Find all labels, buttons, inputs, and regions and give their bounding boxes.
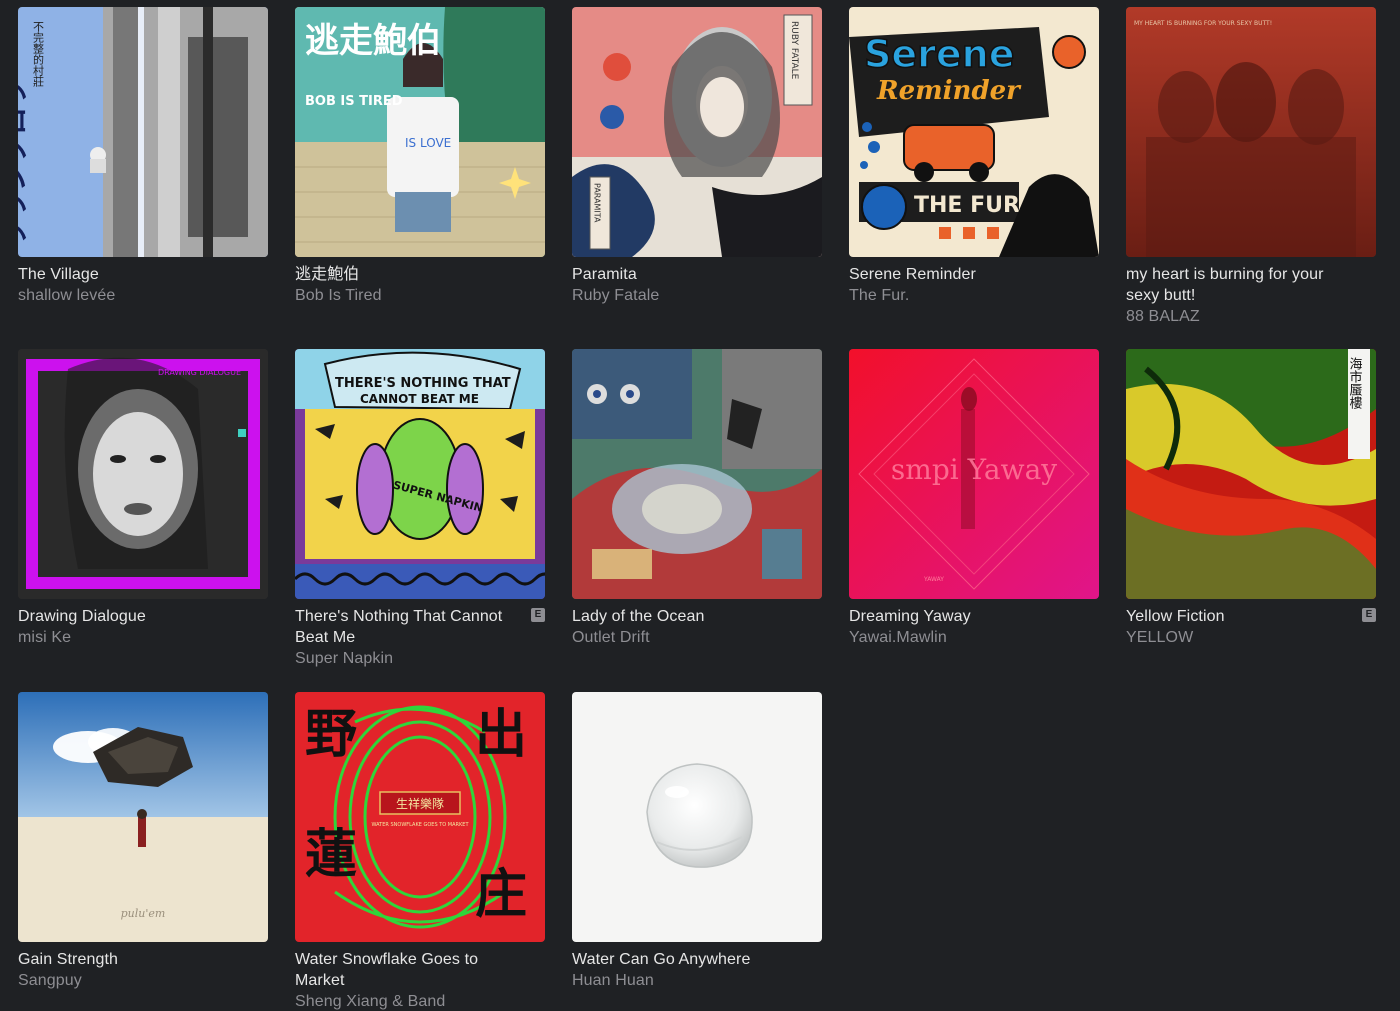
- album-artist[interactable]: Ruby Fatale: [572, 285, 802, 306]
- album-artist[interactable]: YELLOW: [1126, 627, 1356, 648]
- album-title[interactable]: Water Snowflake Goes to Market: [295, 949, 525, 991]
- svg-text:蓮: 蓮: [305, 825, 357, 885]
- svg-text:Serene: Serene: [864, 32, 1014, 76]
- svg-text:THERE'S NOTHING THAT: THERE'S NOTHING THAT: [335, 376, 511, 391]
- album-cover[interactable]: 海市蜃樓: [1126, 349, 1376, 599]
- album-cover[interactable]: DRAWING DIALOGUE: [18, 349, 268, 599]
- album-title[interactable]: The Village: [18, 264, 248, 285]
- album-cover[interactable]: pulu'em: [18, 692, 268, 942]
- album-artist[interactable]: The Fur.: [849, 285, 1079, 306]
- album-card[interactable]: 海市蜃樓 Yellow Fiction YELLOW E: [1126, 349, 1376, 648]
- svg-text:IS LOVE: IS LOVE: [405, 136, 451, 150]
- album-artist[interactable]: 88 BALAZ: [1126, 306, 1356, 327]
- album-card[interactable]: smpi Yaway YAWAY Dreaming Yaway Yawai.Ma…: [849, 349, 1099, 648]
- album-title[interactable]: Drawing Dialogue: [18, 606, 248, 627]
- album-card[interactable]: THERE'S NOTHING THAT CANNOT BEAT ME SUPE…: [295, 349, 545, 669]
- explicit-badge: E: [1362, 608, 1376, 622]
- svg-text:BOB IS TIRED: BOB IS TIRED: [305, 94, 403, 109]
- album-title[interactable]: Paramita: [572, 264, 802, 285]
- svg-text:smpi Yaway: smpi Yaway: [891, 453, 1057, 486]
- album-grid: ヲランクロラ 不完整的村莊 The Village shallow levée: [0, 0, 1400, 1011]
- album-card[interactable]: Water Can Go Anywhere Huan Huan: [572, 692, 822, 991]
- album-cover[interactable]: THERE'S NOTHING THAT CANNOT BEAT ME SUPE…: [295, 349, 545, 599]
- svg-text:THE FUR.: THE FUR.: [914, 193, 1029, 218]
- explicit-badge: E: [531, 608, 545, 622]
- album-cover[interactable]: Serene Reminder THE FUR.: [849, 7, 1099, 257]
- svg-text:YAWAY: YAWAY: [923, 576, 944, 583]
- svg-text:不完整的村莊: 不完整的村莊: [32, 21, 45, 88]
- album-artist[interactable]: Super Napkin: [295, 648, 525, 669]
- svg-text:ヲランクロラ: ヲランクロラ: [18, 79, 31, 247]
- album-card[interactable]: pulu'em Gain Strength Sangpuy: [18, 692, 268, 991]
- album-cover[interactable]: smpi Yaway YAWAY: [849, 349, 1099, 599]
- svg-text:PARAMITA: PARAMITA: [593, 183, 602, 223]
- album-cover[interactable]: IS LOVE 逃走鮑伯 BOB IS TIRED: [295, 7, 545, 257]
- svg-text:海市蜃樓: 海市蜃樓: [1347, 357, 1363, 409]
- svg-text:生祥樂隊: 生祥樂隊: [396, 796, 444, 811]
- album-title[interactable]: 逃走鮑伯: [295, 264, 525, 285]
- album-artist[interactable]: Sheng Xiang & Band: [295, 991, 525, 1011]
- album-artist[interactable]: Huan Huan: [572, 970, 802, 991]
- album-artist[interactable]: Yawai.Mawlin: [849, 627, 1079, 648]
- album-cover[interactable]: [572, 692, 822, 942]
- svg-text:Reminder: Reminder: [876, 76, 1022, 106]
- album-card[interactable]: DRAWING DIALOGUE Drawing Dialogue misi K…: [18, 349, 268, 648]
- album-card[interactable]: MY HEART IS BURNING FOR YOUR SEXY BUTT! …: [1126, 7, 1376, 327]
- svg-text:MY HEART IS BURNING FOR YOUR S: MY HEART IS BURNING FOR YOUR SEXY BUTT!: [1134, 20, 1272, 27]
- svg-text:逃走鮑伯: 逃走鮑伯: [305, 21, 441, 61]
- album-title[interactable]: There's Nothing That Cannot Beat Me: [295, 606, 525, 648]
- album-cover[interactable]: RUBY FATALE PARAMITA: [572, 7, 822, 257]
- album-artist[interactable]: Sangpuy: [18, 970, 248, 991]
- album-artist[interactable]: shallow levée: [18, 285, 248, 306]
- album-artist[interactable]: Outlet Drift: [572, 627, 802, 648]
- album-title[interactable]: Gain Strength: [18, 949, 248, 970]
- album-title[interactable]: Serene Reminder: [849, 264, 1079, 285]
- album-card[interactable]: ヲランクロラ 不完整的村莊 The Village shallow levée: [18, 7, 268, 306]
- album-title[interactable]: my heart is burning for your sexy butt!: [1126, 264, 1356, 306]
- svg-text:DRAWING DIALOGUE: DRAWING DIALOGUE: [158, 368, 241, 377]
- svg-text:庄: 庄: [475, 865, 527, 925]
- svg-text:WATER SNOWFLAKE GOES TO MARKET: WATER SNOWFLAKE GOES TO MARKET: [371, 822, 469, 828]
- svg-text:RUBY FATALE: RUBY FATALE: [789, 21, 799, 80]
- album-cover[interactable]: ヲランクロラ 不完整的村莊: [18, 7, 268, 257]
- album-card[interactable]: RUBY FATALE PARAMITA Paramita Ruby Fatal…: [572, 7, 822, 306]
- album-title[interactable]: Dreaming Yaway: [849, 606, 1079, 627]
- album-cover[interactable]: 野 出 蓮 庄 生祥樂隊 WATER SNOWFLAKE GOES TO MAR…: [295, 692, 545, 942]
- svg-text:pulu'em: pulu'em: [121, 907, 166, 920]
- album-title[interactable]: Water Can Go Anywhere: [572, 949, 802, 970]
- svg-text:CANNOT BEAT ME: CANNOT BEAT ME: [360, 392, 479, 406]
- album-card[interactable]: IS LOVE 逃走鮑伯 BOB IS TIRED 逃走鮑伯 Bob Is Ti…: [295, 7, 545, 306]
- album-card[interactable]: 野 出 蓮 庄 生祥樂隊 WATER SNOWFLAKE GOES TO MAR…: [295, 692, 545, 1011]
- album-cover[interactable]: [572, 349, 822, 599]
- svg-text:出: 出: [475, 705, 527, 765]
- svg-text:野: 野: [305, 705, 357, 765]
- album-card[interactable]: Lady of the Ocean Outlet Drift: [572, 349, 822, 648]
- album-cover[interactable]: MY HEART IS BURNING FOR YOUR SEXY BUTT!: [1126, 7, 1376, 257]
- album-artist[interactable]: misi Ke: [18, 627, 248, 648]
- album-card[interactable]: Serene Reminder THE FUR. Serene Reminder…: [849, 7, 1099, 306]
- album-title[interactable]: Lady of the Ocean: [572, 606, 802, 627]
- album-artist[interactable]: Bob Is Tired: [295, 285, 525, 306]
- album-title[interactable]: Yellow Fiction: [1126, 606, 1356, 627]
